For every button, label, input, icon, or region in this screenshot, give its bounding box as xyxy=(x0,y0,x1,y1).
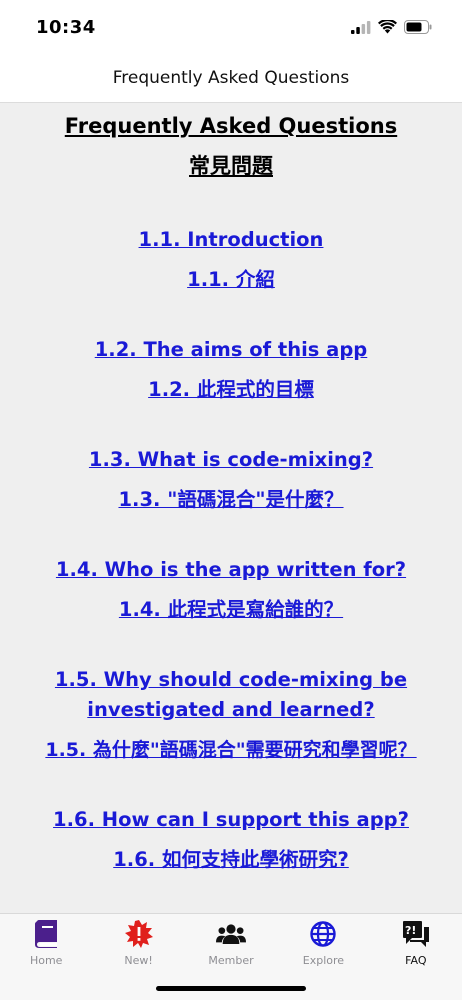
tab-faq[interactable]: ?! FAQ xyxy=(370,914,462,972)
wifi-icon xyxy=(378,20,397,34)
faq-link-en[interactable]: 1.1. Introduction xyxy=(12,225,450,255)
tab-explore[interactable]: Explore xyxy=(277,914,369,972)
tab-label: Explore xyxy=(302,954,345,967)
faq-item-why-investigate: 1.5. Why should code-mixing be investiga… xyxy=(0,665,462,765)
faq-item-aims: 1.2. The aims of this app 1.2. 此程式的目標 xyxy=(0,335,462,405)
tab-home[interactable]: Home xyxy=(0,914,92,972)
alert-burst-icon xyxy=(124,920,154,948)
page-subtitle: 常見問題 xyxy=(189,154,273,178)
faq-content[interactable]: Frequently Asked Questions 常見問題 1.1. Int… xyxy=(0,103,462,913)
faq-link-zh[interactable]: 1.5. 為什麼"語碼混合"需要研究和學習呢？ xyxy=(0,735,462,765)
svg-text:?!: ?! xyxy=(405,924,416,937)
faq-link-en[interactable]: 1.2. The aims of this app xyxy=(12,335,450,365)
tab-member[interactable]: Member xyxy=(185,914,277,972)
page-title: Frequently Asked Questions xyxy=(64,114,398,138)
faq-link-zh[interactable]: 1.6. 如何支持此學術研究? xyxy=(12,845,450,875)
nav-title: Frequently Asked Questions xyxy=(112,68,350,88)
status-time: 10:34 xyxy=(36,16,96,38)
app-screen: 10:34 Frequently Asked Questions Frequen… xyxy=(0,0,462,1000)
faq-link-zh[interactable]: 1.3. "語碼混合"是什麼？ xyxy=(12,485,450,515)
tab-label: FAQ xyxy=(405,954,427,967)
faq-link-en[interactable]: 1.4. Who is the app written for? xyxy=(12,555,450,585)
globe-icon xyxy=(308,920,338,948)
book-icon xyxy=(31,920,61,948)
users-icon xyxy=(216,920,247,948)
faq-item-introduction: 1.1. Introduction 1.1. 介紹 xyxy=(0,225,462,295)
battery-icon xyxy=(404,20,432,34)
status-icons xyxy=(351,20,432,34)
tab-bar: Home New! Member Explore ?! FAQ xyxy=(0,913,462,1000)
faq-link-zh[interactable]: 1.2. 此程式的目標 xyxy=(12,375,450,405)
faq-item-support: 1.6. How can I support this app? 1.6. 如何… xyxy=(0,805,462,875)
faq-header: Frequently Asked Questions 常見問題 xyxy=(0,111,462,181)
home-indicator[interactable] xyxy=(156,986,306,991)
faq-item-code-mixing: 1.3. What is code-mixing? 1.3. "語碼混合"是什麼… xyxy=(0,445,462,515)
tab-new[interactable]: New! xyxy=(92,914,184,972)
navigation-bar: Frequently Asked Questions xyxy=(0,54,462,103)
faq-link-zh[interactable]: 1.1. 介紹 xyxy=(12,265,450,295)
faq-link-en[interactable]: 1.6. How can I support this app? xyxy=(12,805,450,835)
tab-label: Home xyxy=(29,954,63,967)
status-bar: 10:34 xyxy=(0,0,462,54)
faq-item-audience: 1.4. Who is the app written for? 1.4. 此程… xyxy=(0,555,462,625)
faq-bubble-icon: ?! xyxy=(401,920,431,948)
tab-label: Member xyxy=(208,954,254,967)
faq-link-en[interactable]: 1.3. What is code-mixing? xyxy=(12,445,450,475)
tab-label: New! xyxy=(124,954,153,967)
cellular-signal-icon xyxy=(351,20,371,34)
faq-link-en[interactable]: 1.5. Why should code-mixing be investiga… xyxy=(12,665,450,725)
faq-link-zh[interactable]: 1.4. 此程式是寫給誰的？ xyxy=(12,595,450,625)
tab-list: Home New! Member Explore ?! FAQ xyxy=(0,914,462,972)
faq-list: 1.1. Introduction 1.1. 介紹 1.2. The aims … xyxy=(0,225,462,875)
